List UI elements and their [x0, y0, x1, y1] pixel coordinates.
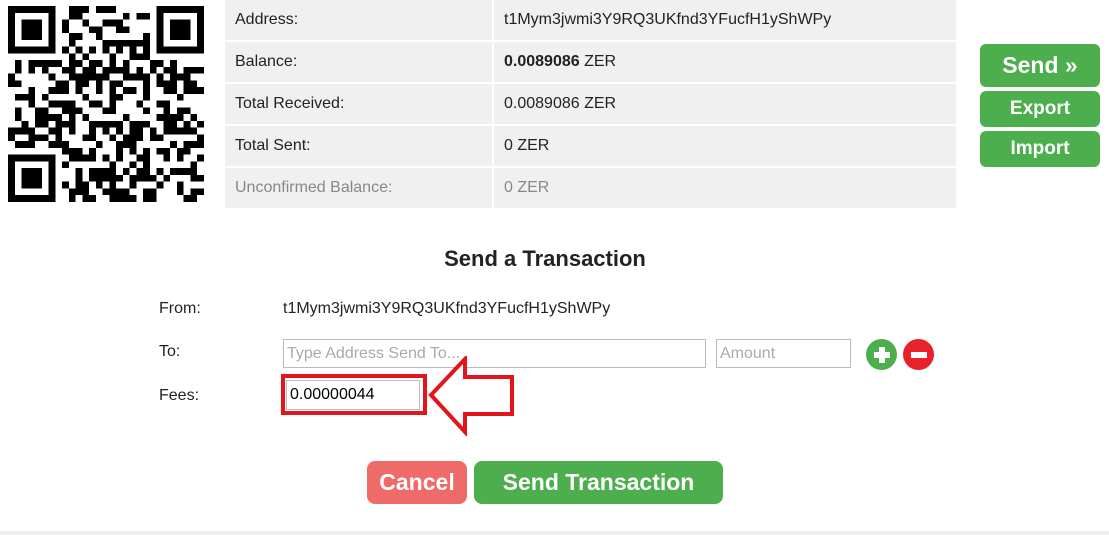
- export-button[interactable]: Export: [980, 91, 1100, 127]
- to-label: To:: [159, 343, 181, 360]
- address-value: t1Mym3jwmi3Y9RQ3UKfnd3YFucfH1yShWPy: [494, 0, 956, 42]
- total-received-label: Total Received:: [225, 84, 494, 126]
- balance-row: Balance: 0.0089086 ZER: [225, 42, 956, 84]
- balance-label: Balance:: [225, 42, 494, 84]
- from-address: t1Mym3jwmi3Y9RQ3UKfnd3YFucfH1yShWPy: [283, 300, 611, 317]
- import-button[interactable]: Import: [980, 131, 1100, 167]
- left-arrow-icon: [428, 356, 514, 436]
- divider: [0, 531, 1109, 535]
- remove-recipient-button[interactable]: [903, 339, 934, 370]
- minus-circle-icon: [910, 351, 927, 358]
- address-label: Address:: [225, 0, 494, 42]
- total-received-value: 0.0089086 ZER: [494, 84, 956, 126]
- unconfirmed-balance-value: 0 ZER: [494, 168, 956, 210]
- unconfirmed-balance-label: Unconfirmed Balance:: [225, 168, 494, 210]
- balance-amount: 0.0089086: [504, 53, 580, 70]
- total-sent-value: 0 ZER: [494, 126, 956, 168]
- highlight-box: [281, 374, 427, 415]
- amount-input[interactable]: [716, 339, 851, 368]
- total-sent-row: Total Sent: 0 ZER: [225, 126, 956, 168]
- section-title: Send a Transaction: [444, 246, 646, 271]
- cancel-button[interactable]: Cancel: [367, 461, 467, 504]
- balance-unit: ZER: [579, 53, 617, 70]
- wallet-info-table: Address: t1Mym3jwmi3Y9RQ3UKfnd3YFucfH1yS…: [225, 0, 956, 210]
- address-row: Address: t1Mym3jwmi3Y9RQ3UKfnd3YFucfH1yS…: [225, 0, 956, 42]
- unconfirmed-balance-row: Unconfirmed Balance: 0 ZER: [225, 168, 956, 210]
- balance-value: 0.0089086 ZER: [494, 42, 956, 84]
- fees-label: Fees:: [159, 387, 200, 404]
- plus-circle-icon: [873, 346, 890, 363]
- add-recipient-button[interactable]: [866, 339, 897, 370]
- send-button[interactable]: Send »: [980, 44, 1100, 87]
- send-transaction-button[interactable]: Send Transaction: [474, 461, 723, 504]
- qr-code-icon: [8, 6, 204, 202]
- from-label: From:: [159, 300, 201, 317]
- total-received-row: Total Received: 0.0089086 ZER: [225, 84, 956, 126]
- total-sent-label: Total Sent:: [225, 126, 494, 168]
